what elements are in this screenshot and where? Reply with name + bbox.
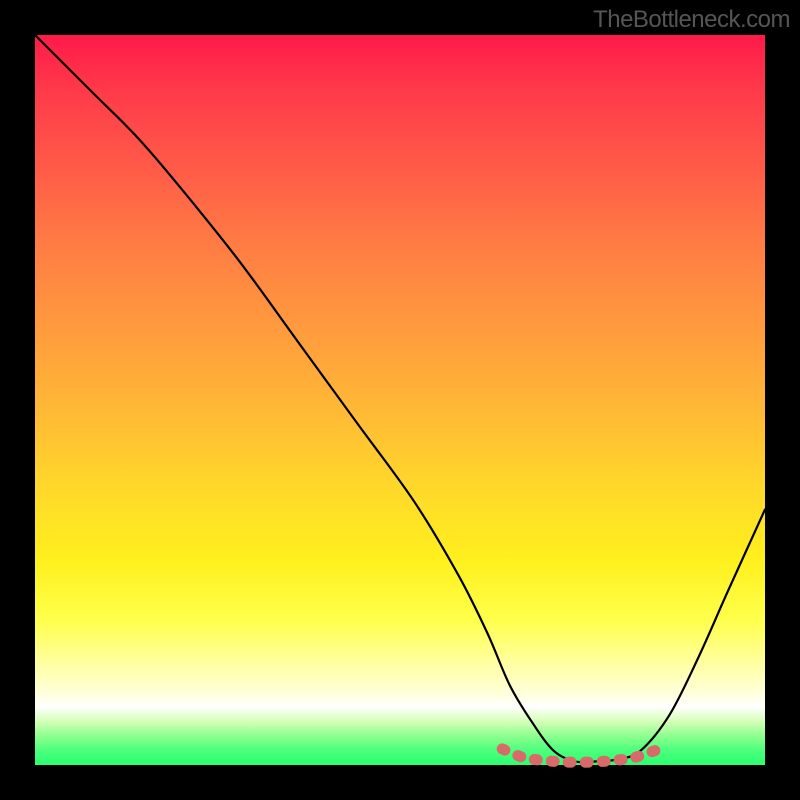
chart-svg (35, 35, 765, 765)
watermark-text: TheBottleneck.com (593, 6, 790, 34)
plot-area (35, 35, 765, 765)
optimal-range-marker (502, 749, 655, 762)
bottleneck-curve (35, 35, 765, 762)
chart-frame: TheBottleneck.com (0, 0, 800, 800)
